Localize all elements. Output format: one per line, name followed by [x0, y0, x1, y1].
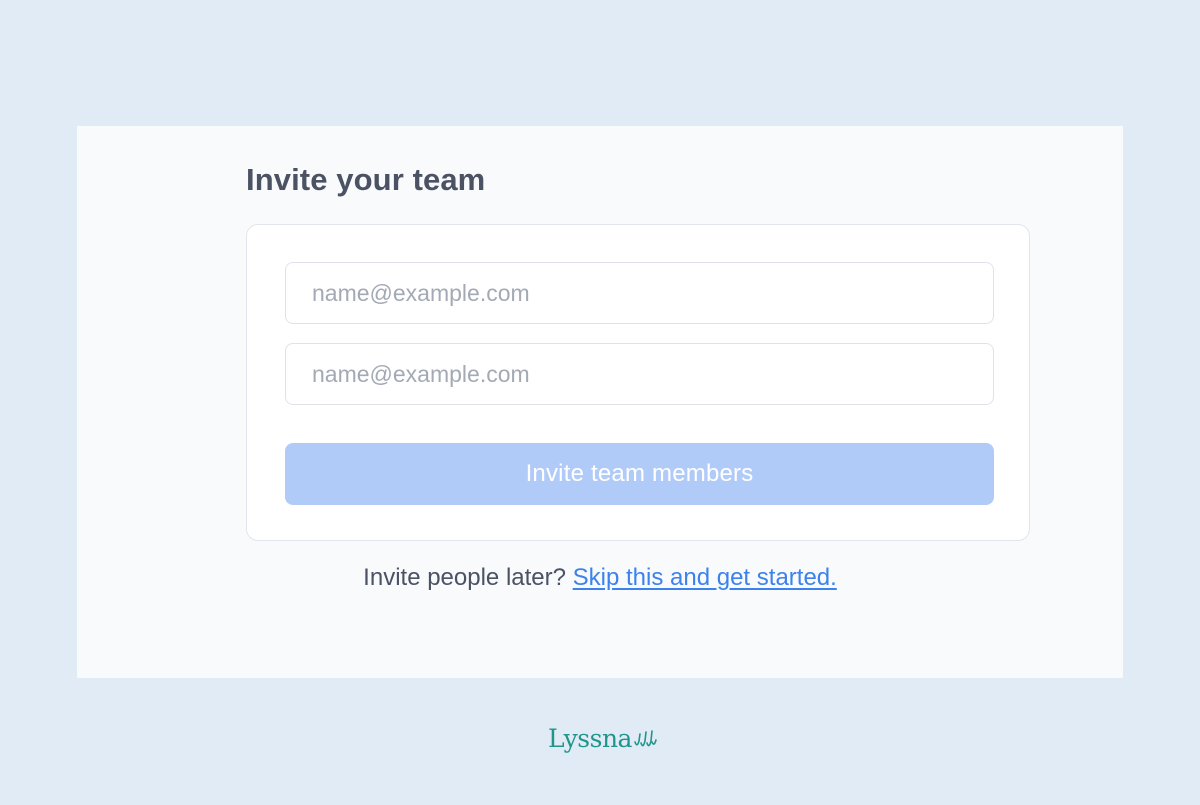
- page-title: Invite your team: [246, 162, 486, 197]
- skip-link[interactable]: Skip this and get started.: [573, 564, 837, 591]
- lyssna-logo: Lyssna: [548, 718, 657, 758]
- skip-prompt-text: Invite people later?: [363, 564, 566, 591]
- email-field-1[interactable]: [285, 262, 994, 324]
- wave-lines-icon: [634, 730, 657, 747]
- invite-card: Invite team members: [246, 224, 1030, 541]
- invite-team-members-button[interactable]: Invite team members: [285, 443, 994, 505]
- skip-prompt: Invite people later? Skip this and get s…: [77, 564, 1123, 592]
- email-field-2[interactable]: [285, 343, 994, 405]
- logo-text: Lyssna: [548, 723, 632, 753]
- invite-panel: Invite your team Invite team members Inv…: [77, 126, 1123, 678]
